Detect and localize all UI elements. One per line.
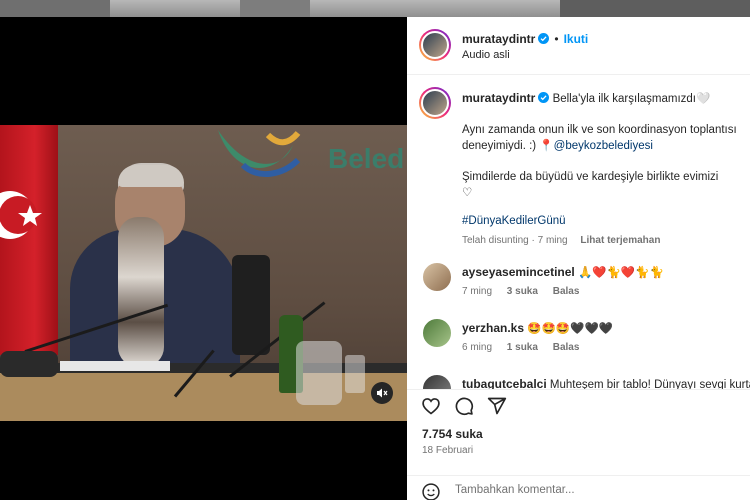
audio-link[interactable]: Audio asli xyxy=(462,49,510,61)
heart-icon[interactable] xyxy=(421,396,441,416)
caption-meta: Telah disunting · 7 ming Lihat terjemaha… xyxy=(462,235,742,246)
caption-username[interactable]: murataydintr xyxy=(462,91,535,105)
action-bar xyxy=(407,389,750,417)
comment-icon[interactable] xyxy=(454,396,474,416)
comment-time: 7 ming xyxy=(462,286,493,297)
emoji-icon[interactable] xyxy=(421,482,441,500)
post-date: 18 Februari xyxy=(422,445,474,456)
mute-icon xyxy=(377,388,388,398)
caption-text-line2: Aynı zamanda onun ilk ve son koordinasyo… xyxy=(462,124,737,136)
comment-line: tubagutcebalci Muhteşem bir tablo! Dünya… xyxy=(462,376,750,389)
video-player[interactable]: Beled xyxy=(0,125,407,421)
chair xyxy=(232,255,270,355)
caption-first-line: murataydintr Bella'yla ilk karşılaşmamız… xyxy=(462,90,742,107)
comment-reply-button[interactable]: Balas xyxy=(553,342,580,353)
comment-item: ayseyasemincetinel 🙏❤️🐈❤️🐈🐈 7 ming 3 suk… xyxy=(407,257,750,307)
see-translation-link[interactable]: Lihat terjemahan xyxy=(580,235,660,246)
logo-text: Beled xyxy=(328,143,405,174)
comment-line: yerzhan.ks 🤩🤩🤩🖤🖤🖤 xyxy=(462,320,613,337)
comment-time: 6 ming xyxy=(462,342,493,353)
share-icon[interactable] xyxy=(487,396,507,416)
header-username[interactable]: murataydintr xyxy=(462,32,535,46)
commenter-avatar[interactable] xyxy=(421,261,453,293)
comment-username[interactable]: ayseyasemincetinel xyxy=(462,265,575,279)
comment-meta: 6 ming 1 suka Balas xyxy=(462,342,579,353)
comment-username[interactable]: yerzhan.ks xyxy=(462,321,524,335)
logo-emblem xyxy=(218,130,301,178)
turkish-flag xyxy=(0,125,58,355)
comment-likes[interactable]: 1 suka xyxy=(507,342,538,353)
mute-button[interactable] xyxy=(371,382,393,404)
background-thumbnail xyxy=(0,0,110,17)
post-media[interactable]: Beled xyxy=(0,17,407,500)
commenter-avatar[interactable] xyxy=(421,317,453,349)
caption-avatar[interactable] xyxy=(419,87,451,119)
header-user-line: murataydintr • Ikuti xyxy=(462,32,588,46)
post-side-panel: murataydintr • Ikuti Audio asli murataydin… xyxy=(407,17,750,500)
papers xyxy=(60,361,170,371)
hashtag-link[interactable]: #DünyaKedilerGünü xyxy=(462,213,742,229)
post-header: murataydintr • Ikuti Audio asli xyxy=(407,17,750,75)
comment-text: 🤩🤩🤩🖤🖤🖤 xyxy=(527,323,614,335)
comment-reply-button[interactable]: Balas xyxy=(553,286,580,297)
caption-text-line2b: deneyimiydi. :) 📍@beykozbelediyesi xyxy=(462,138,742,154)
verified-icon xyxy=(538,33,550,44)
background-thumbnail xyxy=(560,0,750,17)
commenter-avatar[interactable] xyxy=(421,373,453,389)
comment-input[interactable] xyxy=(455,484,655,496)
author-avatar[interactable] xyxy=(419,29,451,61)
comment-item: yerzhan.ks 🤩🤩🤩🖤🖤🖤 6 ming 1 suka Balas xyxy=(407,313,750,363)
water-jug xyxy=(296,341,342,405)
comment-text: Muhteşem bir tablo! Dünyayı sevgi kurtar… xyxy=(549,379,750,389)
comment-likes[interactable]: 3 suka xyxy=(507,286,538,297)
mention-link[interactable]: @beykozbelediyesi xyxy=(554,140,653,152)
edited-time: Telah disunting · 7 ming xyxy=(462,235,568,246)
separator-dot: • xyxy=(554,32,559,46)
comment-composer xyxy=(407,475,750,500)
caption-text-line1: Bella'yla ilk karşılaşmamızdı🤍 xyxy=(552,93,711,105)
comment-item: tubagutcebalci Muhteşem bir tablo! Dünya… xyxy=(407,369,750,389)
microphone-base xyxy=(0,351,58,377)
follow-button[interactable]: Ikuti xyxy=(564,32,589,46)
background-thumbnail xyxy=(240,0,310,17)
caption-text-line2b-text: deneyimiydi. :) 📍 xyxy=(462,140,554,152)
likes-count[interactable]: 7.754 suka xyxy=(422,427,483,441)
water-glass xyxy=(345,355,365,393)
caption-content: murataydintr Bella'yla ilk karşılaşmamız… xyxy=(462,90,742,246)
cat-figure xyxy=(118,217,164,367)
comment-username[interactable]: tubagutcebalci xyxy=(462,377,547,389)
comment-text: 🙏❤️🐈❤️🐈🐈 xyxy=(577,267,664,279)
background-page-strip xyxy=(0,0,750,17)
person-hair-top xyxy=(118,165,184,187)
verified-icon xyxy=(538,92,550,103)
comment-meta: 7 ming 3 suka Balas xyxy=(462,286,579,297)
caption-text-line3: Şimdilerde da büyüdü ve kardeşiyle birli… xyxy=(462,171,719,183)
comment-line: ayseyasemincetinel 🙏❤️🐈❤️🐈🐈 xyxy=(462,264,664,281)
caption-heart-line: ♡ xyxy=(462,187,473,199)
